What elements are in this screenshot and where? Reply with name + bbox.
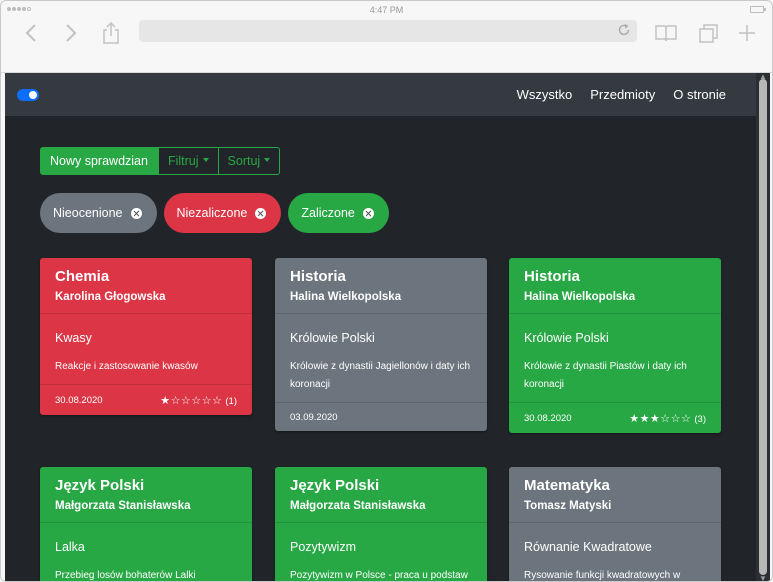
- card-subject: Język Polski: [290, 477, 380, 494]
- card-description: Rysowanie funkcji kwadratowych w: [524, 570, 681, 581]
- card-header: Matematyka Tomasz Matyski: [509, 467, 721, 523]
- card-header: Język Polski Małgorzata Stanisławska: [40, 467, 252, 523]
- tabs-icon[interactable]: [697, 21, 721, 45]
- card-body: Równanie Kwadratowe Rysowanie funkcji kwa…: [509, 523, 721, 581]
- card-footer: 03.09.2020: [275, 402, 487, 431]
- card-date: 30.08.2020: [524, 413, 572, 424]
- forward-icon[interactable]: [59, 21, 83, 45]
- card-description: Reakcje i zastosowanie kwasów: [55, 361, 198, 372]
- card-header: Historia Halina Wielkopolska: [275, 258, 487, 314]
- scroll-down-icon[interactable]: ▼: [759, 574, 767, 581]
- navbar: Wszystko Przedmioty O stronie: [5, 73, 770, 116]
- test-card[interactable]: Matematyka Tomasz Matyski Równanie Kwadrat…: [509, 467, 721, 581]
- nav-link-about[interactable]: O stronie: [673, 87, 726, 102]
- remove-filter-icon[interactable]: [130, 207, 142, 219]
- card-body: Królowie Polski Królowie z dynastii Jagie…: [275, 314, 487, 402]
- card-teacher: Małgorzata Stanisławska: [290, 500, 426, 512]
- card-header: Chemia Karolina Głogowska: [40, 258, 252, 314]
- card-body: Pozytywizm Pozytywizm w Polsce - praca u …: [275, 523, 487, 581]
- card-subject: Język Polski: [55, 477, 145, 494]
- card-body: Królowie Polski Królowie z dynastii Piast…: [509, 314, 721, 402]
- new-test-button[interactable]: Nowy sprawdzian: [40, 147, 158, 175]
- rating-count: (3): [694, 414, 706, 425]
- filter-pill[interactable]: Zaliczone: [288, 193, 389, 233]
- test-card[interactable]: Historia Halina Wielkopolska Królowie Pols…: [509, 258, 721, 433]
- filter-pill-label: Zaliczone: [301, 206, 355, 220]
- test-card[interactable]: Historia Halina Wielkopolska Królowie Pols…: [275, 258, 487, 431]
- nav-link-subjects[interactable]: Przedmioty: [590, 87, 655, 102]
- card-teacher: Halina Wielkopolska: [290, 291, 402, 303]
- filter-label: Filtruj: [167, 154, 199, 168]
- remove-filter-icon[interactable]: [255, 207, 267, 219]
- remove-filter-icon[interactable]: [362, 207, 374, 219]
- card-teacher: Małgorzata Stanisławska: [55, 500, 191, 512]
- nav-link-all[interactable]: Wszystko: [517, 87, 573, 102]
- caret-down-icon: [202, 158, 209, 162]
- card-teacher: Karolina Głogowska: [55, 291, 166, 303]
- filter-pills: Nieocenione Niezaliczone Zaliczone: [40, 193, 389, 233]
- card-footer: 30.08.2020 ★☆☆☆☆☆ (1): [40, 384, 252, 415]
- card-description: Królowie z dynastii Jagiellonów i daty i…: [290, 361, 471, 390]
- card-subject: Chemia: [55, 268, 110, 285]
- card-date: 03.09.2020: [290, 412, 338, 423]
- battery-icon: [750, 6, 766, 13]
- test-card[interactable]: Chemia Karolina Głogowska Kwasy Reakcje i z…: [40, 258, 252, 415]
- browser-window: 4:47 PM Wszystko Przedmioty O stronie No…: [0, 0, 773, 582]
- star-rating: ★☆☆☆☆☆ (1): [160, 395, 237, 407]
- nav-links: Wszystko Przedmioty O stronie: [517, 73, 726, 116]
- test-card[interactable]: Język Polski Małgorzata Stanisławska Pozyt…: [275, 467, 487, 581]
- filter-pill[interactable]: Niezaliczone: [163, 193, 282, 233]
- card-description: Pozytywizm w Polsce - praca u podstaw i: [290, 570, 468, 581]
- scrollbar-thumb[interactable]: [759, 79, 767, 575]
- card-topic: Kwasy: [55, 331, 92, 345]
- address-bar[interactable]: [139, 20, 637, 42]
- card-subject: Historia: [524, 268, 580, 285]
- card-topic: Lalka: [55, 540, 85, 554]
- reload-icon[interactable]: [617, 23, 631, 42]
- card-topic: Pozytywizm: [290, 540, 356, 554]
- back-icon[interactable]: [19, 21, 43, 45]
- card-teacher: Halina Wielkopolska: [524, 291, 636, 303]
- card-header: Język Polski Małgorzata Stanisławska: [275, 467, 487, 523]
- test-card[interactable]: Język Polski Małgorzata Stanisławska Lalka…: [40, 467, 252, 581]
- filter-pill-label: Nieocenione: [53, 206, 123, 220]
- card-teacher: Tomasz Matyski: [524, 500, 612, 512]
- card-date: 30.08.2020: [55, 395, 103, 406]
- filter-dropdown[interactable]: Filtruj: [157, 147, 219, 175]
- card-description: Królowie z dynastii Piastów i daty ich k…: [524, 361, 687, 390]
- web-content: Wszystko Przedmioty O stronie Nowy spraw…: [5, 73, 770, 581]
- card-subject: Matematyka: [524, 477, 610, 494]
- caret-down-icon: [264, 158, 271, 162]
- bookmarks-icon[interactable]: [654, 21, 678, 45]
- filter-pill[interactable]: Nieocenione: [40, 193, 157, 233]
- sort-label: Sortuj: [227, 154, 261, 168]
- theme-toggle[interactable]: [17, 89, 39, 101]
- card-subject: Historia: [290, 268, 346, 285]
- card-footer: 30.08.2020 ★★★☆☆☆ (3): [509, 402, 721, 433]
- card-body: Lalka Przebieg losów bohaterów Lalki Bole…: [40, 523, 252, 581]
- new-tab-icon[interactable]: [735, 21, 759, 45]
- card-topic: Królowie Polski: [524, 331, 609, 345]
- card-body: Kwasy Reakcje i zastosowanie kwasów: [40, 314, 252, 384]
- card-description: Przebieg losów bohaterów Lalki Bolesława: [55, 570, 196, 581]
- action-button-group: Nowy sprawdzian Filtruj Sortuj: [40, 147, 281, 175]
- sort-dropdown[interactable]: Sortuj: [218, 147, 281, 175]
- rating-count: (1): [225, 396, 237, 407]
- status-time: 4:47 PM: [369, 5, 404, 15]
- card-topic: Królowie Polski: [290, 331, 375, 345]
- safari-toolbar: [1, 15, 772, 73]
- share-icon[interactable]: [99, 21, 123, 45]
- card-topic: Równanie Kwadratowe: [524, 540, 652, 554]
- scrollbar[interactable]: ▲ ▼: [756, 73, 770, 581]
- card-header: Historia Halina Wielkopolska: [509, 258, 721, 314]
- star-rating: ★★★☆☆☆ (3): [629, 413, 706, 425]
- filter-pill-label: Niezaliczone: [176, 206, 248, 220]
